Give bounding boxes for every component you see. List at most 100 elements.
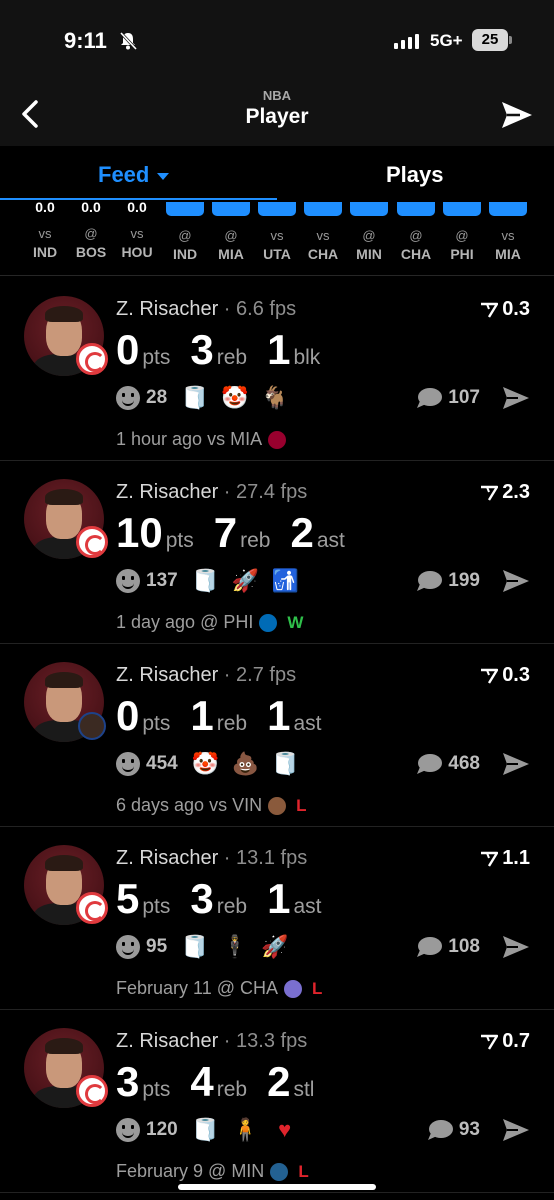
hawks-logo-icon	[76, 343, 108, 375]
add-reaction-smiley-icon[interactable]	[116, 752, 140, 776]
share-send-icon[interactable]	[502, 935, 530, 959]
reaction-emoji[interactable]: 🕴	[221, 935, 248, 959]
add-reaction-smiley-icon[interactable]	[116, 935, 140, 959]
comment-bubble-icon	[417, 937, 443, 957]
reaction-emoji[interactable]: 🤡	[221, 386, 248, 410]
vote-score[interactable]: 0.3	[480, 664, 530, 687]
comments-button[interactable]: 93	[427, 1118, 530, 1142]
game-strip-item[interactable]: 0.0 @ BOS	[68, 200, 114, 260]
game-log-strip[interactable]: 0.0 vs IND 0.0 @ BOS 0.0 vs HOU @ IND @ MIA vs UTA vs CH…	[0, 200, 554, 276]
player-name: Z. Risacher	[116, 1030, 219, 1052]
game-strip-item[interactable]: 0.0 vs HOU	[114, 200, 160, 260]
game-strip-item[interactable]: vs UTA	[254, 200, 300, 262]
game-location: @	[224, 228, 238, 243]
feed-card[interactable]: Z. Risacher · 2.7 fps 0.3 0 pts 1 reb 1 ast 454 🤡…	[0, 644, 554, 827]
game-strip-item[interactable]: @ CHA	[393, 200, 439, 262]
player-name-line[interactable]: Z. Risacher · 2.7 fps	[116, 664, 296, 687]
feed-card[interactable]: Z. Risacher · 27.4 fps 2.3 10 pts 7 reb 2 ast 13…	[0, 461, 554, 644]
score-value: 0.3	[502, 664, 530, 686]
game-location: vs	[501, 228, 515, 243]
reaction-emoji[interactable]: ♥	[272, 1118, 298, 1142]
add-reaction-smiley-icon[interactable]	[116, 1118, 140, 1142]
game-opponent: MIA	[495, 246, 521, 262]
stat-value: 2	[290, 509, 314, 556]
opponent-logo-icon	[259, 613, 278, 632]
reaction-emoji[interactable]: 💩	[232, 752, 259, 776]
game-opponent: MIN	[356, 246, 382, 262]
game-strip-item[interactable]: 0.0 vs IND	[22, 200, 68, 260]
separator-dot: ·	[218, 481, 237, 503]
share-send-icon[interactable]	[500, 100, 534, 130]
comments-button[interactable]: 107	[416, 386, 530, 410]
reaction-emoji[interactable]: 🧻	[192, 569, 219, 593]
hawks-logo-icon	[76, 1075, 108, 1107]
game-strip-item[interactable]: @ MIN	[346, 200, 392, 262]
reaction-emoji[interactable]: 🚀	[261, 935, 288, 959]
signal-icon	[394, 33, 419, 49]
share-send-icon[interactable]	[502, 752, 530, 776]
tab-feed[interactable]: Feed	[98, 162, 170, 188]
game-fps-bar	[489, 202, 527, 216]
battery-icon: 25	[472, 29, 508, 51]
comments-button[interactable]: 199	[416, 569, 530, 593]
separator-dot: ·	[218, 847, 237, 869]
reaction-emoji[interactable]: 🧍	[232, 1118, 259, 1142]
stat-value: 1	[267, 692, 291, 739]
stat-line: 0 pts 3 reb 1 blk	[116, 326, 340, 374]
reaction-emoji[interactable]: 🧻	[272, 752, 299, 776]
league-label: NBA	[262, 88, 292, 103]
reaction-emoji[interactable]: 🐐	[261, 386, 288, 410]
game-strip-item[interactable]: @ IND	[162, 200, 208, 262]
game-fps-bar	[397, 202, 435, 216]
share-send-icon[interactable]	[502, 1118, 530, 1142]
tab-plays[interactable]: Plays	[386, 162, 444, 188]
reaction-emoji[interactable]: 🚀	[232, 569, 259, 593]
player-name-line[interactable]: Z. Risacher · 6.6 fps	[116, 298, 296, 321]
tab-bar: Feed Plays	[0, 146, 554, 202]
stat-value: 0	[116, 692, 140, 739]
stat-value: 5	[116, 875, 140, 922]
score-value: 1.1	[502, 847, 530, 869]
game-opponent: UTA	[263, 246, 291, 262]
game-meta: 1 hour ago vs MIA	[116, 429, 296, 450]
game-result: W	[287, 612, 304, 632]
reaction-emoji[interactable]: 🧻	[192, 1118, 219, 1142]
vote-score[interactable]: 0.7	[480, 1030, 530, 1053]
reaction-emoji[interactable]: 🧻	[181, 935, 208, 959]
stat-label: stl	[293, 1078, 315, 1101]
vote-score[interactable]: 2.3	[480, 481, 530, 504]
game-strip-item[interactable]: @ MIA	[208, 200, 254, 262]
feed-card[interactable]: Z. Risacher · 6.6 fps 0.3 0 pts 3 reb 1 blk 28 🧻 🤡…	[0, 278, 554, 461]
game-fps-bar	[258, 202, 296, 216]
add-reaction-smiley-icon[interactable]	[116, 386, 140, 410]
vote-score[interactable]: 1.1	[480, 847, 530, 870]
stat-label: reb	[216, 1078, 248, 1101]
player-name: Z. Risacher	[116, 481, 219, 503]
feed-card[interactable]: Z. Risacher · 13.1 fps 1.1 5 pts 3 reb 1 ast 95 🧻…	[0, 827, 554, 1010]
reaction-emoji[interactable]: 🤡	[192, 752, 219, 776]
add-reaction-smiley-icon[interactable]	[116, 569, 140, 593]
stat-value: 1	[267, 875, 291, 922]
opponent-logo-icon	[268, 430, 287, 449]
game-strip-item[interactable]: @ PHI	[439, 200, 485, 262]
vote-score[interactable]: 0.3	[480, 298, 530, 321]
game-strip-item[interactable]: vs MIA	[485, 200, 531, 262]
game-strip-item[interactable]: vs CHA	[300, 200, 346, 262]
comments-button[interactable]: 468	[416, 752, 530, 776]
reaction-count: 28	[146, 387, 168, 408]
share-send-icon[interactable]	[502, 569, 530, 593]
player-name-line[interactable]: Z. Risacher · 13.3 fps	[116, 1030, 307, 1053]
share-send-icon[interactable]	[502, 386, 530, 410]
player-name-line[interactable]: Z. Risacher · 27.4 fps	[116, 481, 307, 504]
feed-card[interactable]: Z. Risacher · 13.3 fps 0.7 3 pts 4 reb 2 stl 120…	[0, 1010, 554, 1193]
reaction-emoji[interactable]: 🧻	[181, 386, 208, 410]
tab-feed-label: Feed	[98, 162, 150, 187]
comments-button[interactable]: 108	[416, 935, 530, 959]
game-opponent: CHA	[400, 246, 432, 262]
game-location: vs	[270, 228, 284, 243]
stat-label: ast	[293, 712, 322, 735]
reaction-emoji[interactable]: 🚮	[272, 569, 299, 593]
stat-label: ast	[293, 895, 322, 918]
player-name-line[interactable]: Z. Risacher · 13.1 fps	[116, 847, 307, 870]
reaction-count: 137	[146, 570, 178, 591]
